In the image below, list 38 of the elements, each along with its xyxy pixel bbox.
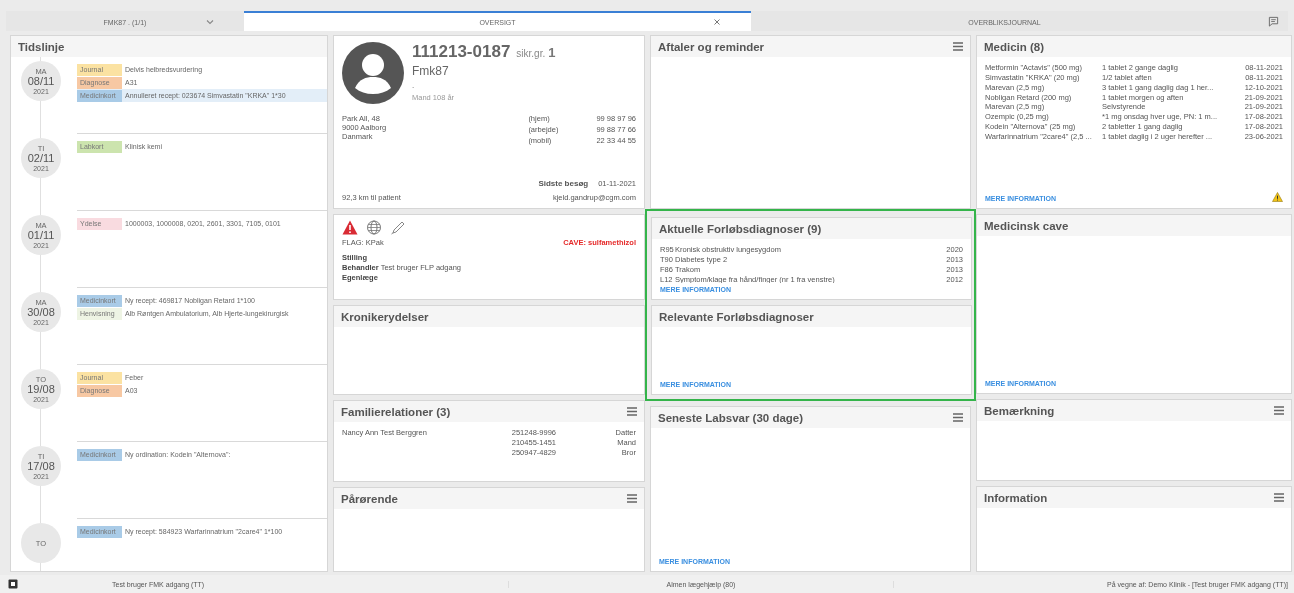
date-label: 17/08 <box>27 460 55 473</box>
menu-icon[interactable] <box>1274 406 1284 416</box>
menu-icon[interactable] <box>627 407 637 417</box>
panel-title: Seneste Labsvar (30 dage) <box>658 411 804 424</box>
panel-title: Tidslinje <box>18 40 65 53</box>
menu-icon[interactable] <box>627 494 637 504</box>
panel-title: Information <box>984 491 1048 504</box>
panel-title: Bemærkning <box>984 404 1055 417</box>
panel-title: Aktuelle Forløbsdiagnoser (9) <box>659 222 822 235</box>
warning-icon[interactable] <box>342 220 358 236</box>
date-label: 19/08 <box>27 383 55 396</box>
pencil-icon[interactable] <box>390 220 406 236</box>
patient-name: Fmk87 <box>412 64 450 79</box>
insurance-label: sikr.gr. <box>516 48 546 60</box>
cpr-number: 111213-0187 <box>412 42 511 63</box>
last-visit-label: Sidste besøg <box>538 179 589 189</box>
date-label: 02/11 <box>27 152 55 165</box>
panel-title: Aftaler og reminder <box>658 40 765 53</box>
insurance-group: 1 <box>548 45 556 61</box>
panel-title: Medicinsk cave <box>984 219 1069 232</box>
patient-line: . <box>412 81 416 91</box>
menu-icon[interactable] <box>953 42 963 52</box>
date-label: 08/11 <box>27 75 55 88</box>
panel-title: Familierelationer (3) <box>341 405 451 418</box>
menu-icon[interactable] <box>1274 493 1284 503</box>
date-label: 30/08 <box>27 306 55 319</box>
menu-icon[interactable] <box>953 413 963 423</box>
panel-title: Medicin (8) <box>984 40 1045 53</box>
warning-icon[interactable] <box>1272 192 1283 203</box>
app-icon <box>8 579 18 590</box>
avatar-icon <box>342 42 404 105</box>
comment-icon[interactable] <box>1267 15 1279 27</box>
panel-title: Pårørende <box>341 492 398 505</box>
panel-title: Relevante Forløbsdiagnoser <box>659 310 814 323</box>
globe-icon[interactable] <box>366 220 382 236</box>
date-label: 01/11 <box>27 229 55 242</box>
panel-title: Kronikerydelser <box>341 310 429 323</box>
close-icon[interactable] <box>713 18 721 26</box>
